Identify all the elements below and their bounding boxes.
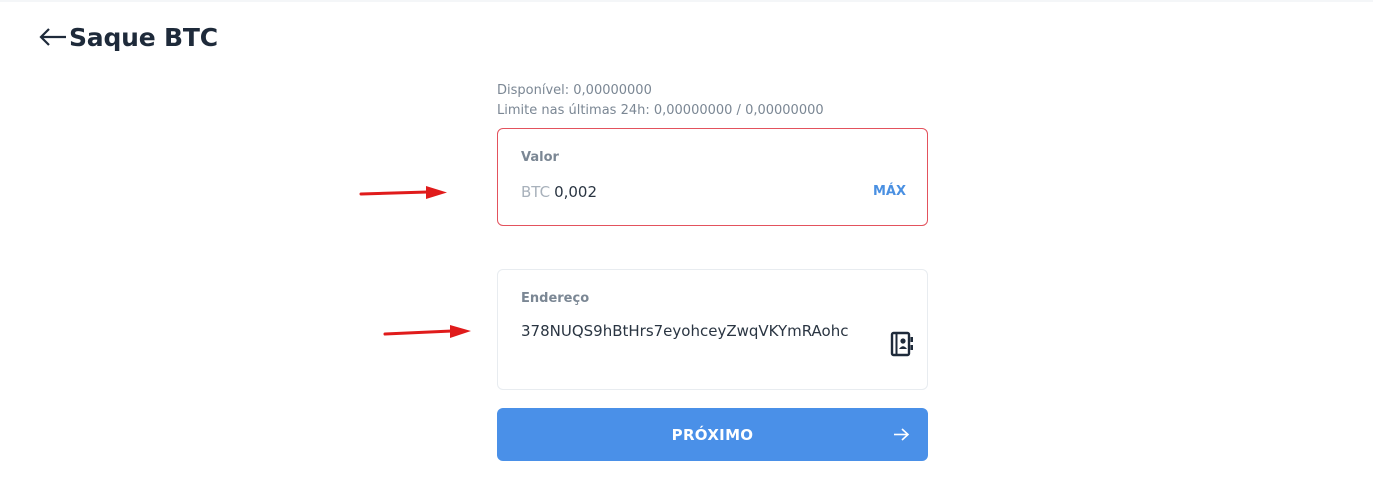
- address-input[interactable]: 378NUQS9hBtHrs7eyohceyZwqVKYmRAohc: [521, 322, 848, 340]
- page-title: Saque BTC: [69, 22, 218, 52]
- arrow-right-icon: [894, 428, 910, 441]
- address-field[interactable]: Endereço 378NUQS9hBtHrs7eyohceyZwqVKYmRA…: [497, 269, 928, 390]
- amount-field[interactable]: Valor BTC 0,002 MÁX: [497, 128, 928, 226]
- page-header: Saque BTC: [38, 22, 218, 52]
- next-button-label: PRÓXIMO: [671, 425, 754, 444]
- arrow-left-icon[interactable]: [38, 22, 68, 52]
- currency-prefix: BTC: [521, 183, 551, 201]
- max-button[interactable]: MÁX: [873, 184, 906, 199]
- next-button[interactable]: PRÓXIMO: [497, 408, 928, 461]
- amount-value[interactable]: 0,002: [554, 183, 597, 201]
- available-balance: Disponível: 0,00000000: [497, 83, 652, 98]
- annotation-arrow-address: [383, 325, 471, 338]
- top-border: [0, 0, 1373, 2]
- address-book-icon[interactable]: [889, 331, 915, 357]
- amount-input[interactable]: BTC 0,002: [521, 183, 597, 201]
- daily-limit: Limite nas últimas 24h: 0,00000000 / 0,0…: [497, 103, 824, 118]
- annotation-arrow-amount: [359, 186, 447, 199]
- address-label: Endereço: [521, 291, 590, 306]
- amount-label: Valor: [521, 150, 559, 165]
- balance-info: Disponível: 0,00000000 Limite nas última…: [497, 81, 824, 121]
